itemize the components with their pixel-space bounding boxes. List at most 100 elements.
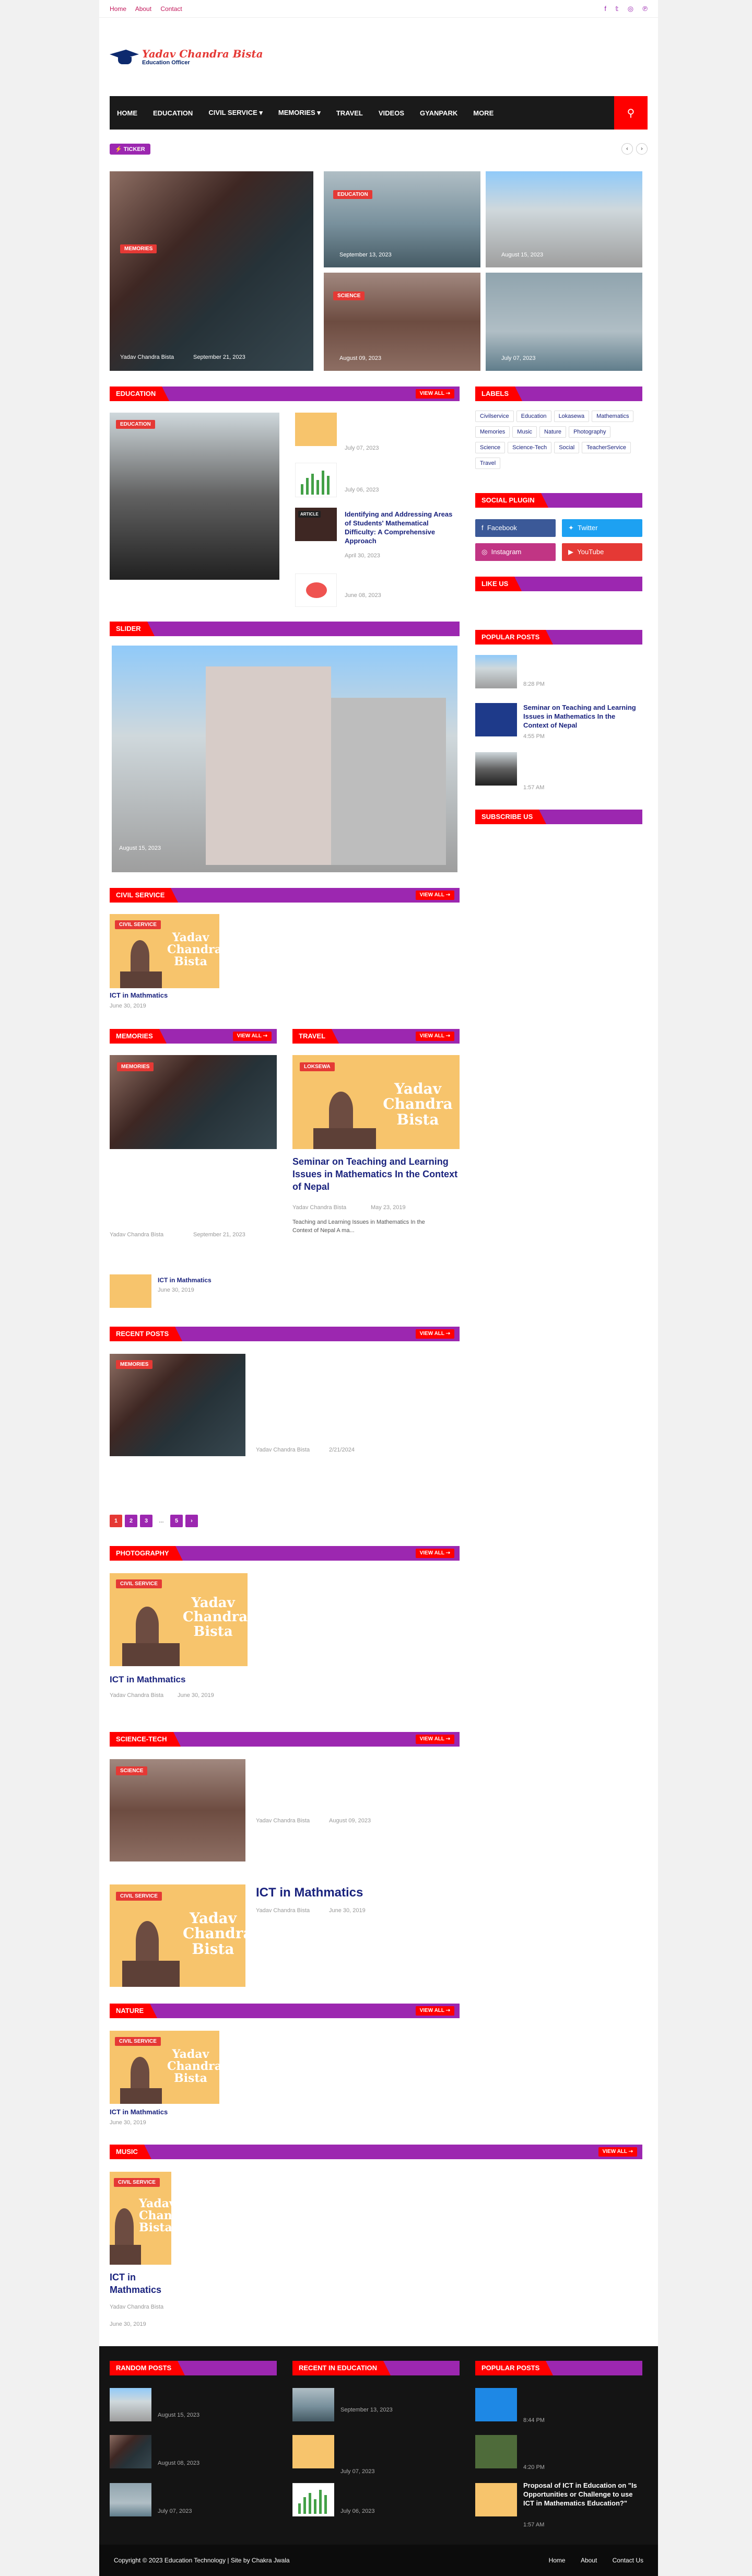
photography-post-image[interactable]: CIVIL SERVICE Yadav Chandra Bista [110, 1573, 248, 1666]
label-tag[interactable]: TeacherService [582, 442, 631, 453]
music-post-image[interactable]: CIVIL SERVICE YadavChandraBista [110, 2172, 171, 2265]
nav-item-home[interactable]: HOME [117, 109, 137, 117]
popular-thumb-2[interactable] [475, 703, 517, 736]
instagram-button[interactable]: ◎ Instagram [475, 543, 556, 561]
hero-main-badge[interactable]: MEMORIES [120, 244, 157, 253]
page-5-button[interactable]: 5 [170, 1515, 183, 1527]
footer-popular-title-3[interactable]: Proposal of ICT in Education on "Is Oppo… [523, 2481, 642, 2508]
facebook-button[interactable]: f Facebook [475, 519, 556, 537]
scitech-post2-badge[interactable]: CIVIL SERVICE [116, 1892, 162, 1901]
travel-small-title[interactable]: ICT in Mathmatics [158, 1277, 212, 1284]
education-view-all-button[interactable]: VIEW ALL ⇢ [415, 389, 454, 399]
popular-title-2[interactable]: Seminar on Teaching and Learning Issues … [523, 703, 642, 730]
music-post-title[interactable]: ICT in Mathmatics [110, 2271, 171, 2296]
footer-random-thumb-3[interactable] [110, 2483, 151, 2516]
label-tag[interactable]: Nature [539, 426, 567, 438]
travel-badge[interactable]: LOKSEWA [300, 1062, 335, 1071]
education-main-badge[interactable]: EDUCATION [116, 420, 155, 429]
label-tag[interactable]: Education [516, 411, 551, 422]
top-link-about[interactable]: About [135, 5, 151, 13]
nature-badge[interactable]: CIVIL SERVICE [115, 2037, 161, 2046]
nav-item-videos[interactable]: VIDEOS [379, 109, 404, 117]
nature-post-title[interactable]: ICT in Mathmatics [110, 2108, 168, 2116]
footer-random-thumb-1[interactable] [110, 2388, 151, 2421]
nav-item-gyanpark[interactable]: GYANPARK [420, 109, 457, 117]
footer-popular-thumb-2[interactable] [475, 2435, 517, 2468]
travel-view-all-button[interactable]: VIEW ALL ⇢ [415, 1032, 454, 1041]
music-view-all-button[interactable]: VIEW ALL ⇢ [598, 2147, 637, 2157]
label-tag[interactable]: Memories [475, 426, 510, 438]
hero-tile-3[interactable]: SCIENCE August 09, 2023 [324, 273, 480, 371]
label-tag[interactable]: Music [512, 426, 537, 438]
nav-item-civil-service[interactable]: CIVIL SERVICE ▾ [208, 109, 263, 117]
nav-item-education[interactable]: EDUCATION [153, 109, 193, 117]
footer-link-contact[interactable]: Contact Us [613, 2557, 643, 2564]
education-list-thumb-1[interactable] [295, 413, 337, 446]
popular-thumb-1[interactable] [475, 655, 517, 688]
hero-tile-4[interactable]: July 07, 2023 [486, 273, 642, 371]
footer-recentedu-thumb-3[interactable] [292, 2483, 334, 2516]
recent-badge[interactable]: MEMORIES [116, 1360, 153, 1369]
civil-post-title[interactable]: ICT in Mathmatics [110, 991, 168, 999]
scitech-post2-title[interactable]: ICT in Mathmatics [256, 1886, 363, 1900]
page-3-button[interactable]: 3 [140, 1515, 152, 1527]
label-tag[interactable]: Science [475, 442, 506, 453]
nature-view-all-button[interactable]: VIEW ALL ⇢ [415, 2006, 454, 2016]
top-link-contact[interactable]: Contact [160, 5, 182, 13]
footer-link-home[interactable]: Home [549, 2557, 566, 2564]
search-icon[interactable]: ⚲ [614, 96, 648, 130]
label-tag[interactable]: Travel [475, 458, 501, 469]
scitech-post1-image[interactable]: SCIENCE [110, 1759, 245, 1861]
nav-item-memories[interactable]: MEMORIES ▾ [278, 109, 321, 117]
label-tag[interactable]: Lokasewa [554, 411, 590, 422]
education-list-thumb-2[interactable] [295, 463, 337, 497]
scitech-post1-badge[interactable]: SCIENCE [116, 1766, 148, 1775]
photography-view-all-button[interactable]: VIEW ALL ⇢ [415, 1549, 454, 1558]
scitech-view-all-button[interactable]: VIEW ALL ⇢ [415, 1735, 454, 1744]
memories-badge[interactable]: MEMORIES [117, 1062, 154, 1071]
travel-post-image[interactable]: LOKSEWA Yadav Chandra Bista [292, 1055, 460, 1149]
youtube-button[interactable]: ▶ YouTube [562, 543, 642, 561]
footer-recentedu-thumb-1[interactable] [292, 2388, 334, 2421]
scitech-post2-image[interactable]: CIVIL SERVICE YadavChandraBista [110, 1884, 245, 1987]
recent-post-image[interactable]: MEMORIES [110, 1354, 245, 1456]
facebook-icon[interactable]: f [604, 5, 606, 13]
label-tag[interactable]: Social [554, 442, 580, 453]
music-badge[interactable]: CIVIL SERVICE [114, 2178, 160, 2187]
label-tag[interactable]: Photography [569, 426, 611, 438]
memories-post-image[interactable]: MEMORIES [110, 1055, 277, 1149]
footer-recentedu-thumb-2[interactable] [292, 2435, 334, 2468]
pinterest-icon[interactable]: ℗ [642, 5, 648, 13]
education-list-title-3[interactable]: Identifying and Addressing Areas of Stud… [345, 510, 454, 545]
memories-view-all-button[interactable]: VIEW ALL ⇢ [232, 1032, 272, 1041]
footer-popular-thumb-1[interactable] [475, 2388, 517, 2421]
nav-item-travel[interactable]: TRAVEL [336, 109, 363, 117]
photography-badge[interactable]: CIVIL SERVICE [116, 1579, 162, 1588]
nav-item-more[interactable]: MORE [473, 109, 494, 117]
label-tag[interactable]: Science-Tech [508, 442, 552, 453]
next-page-button[interactable]: › [185, 1515, 198, 1527]
popular-thumb-3[interactable] [475, 752, 517, 786]
twitter-icon[interactable]: 𝕥 [615, 5, 618, 13]
photography-post-title[interactable]: ICT in Mathmatics [110, 1675, 185, 1685]
twitter-button[interactable]: ✦ Twitter [562, 519, 642, 537]
chevron-right-icon[interactable]: › [636, 143, 648, 155]
page-2-button[interactable]: 2 [125, 1515, 137, 1527]
civil-view-all-button[interactable]: VIEW ALL ⇢ [415, 891, 454, 900]
recent-view-all-button[interactable]: VIEW ALL ⇢ [415, 1329, 454, 1339]
slider-post[interactable]: August 15, 2023 [112, 646, 457, 872]
travel-post-title[interactable]: Seminar on Teaching and Learning Issues … [292, 1155, 460, 1193]
education-main-post[interactable]: EDUCATION [110, 413, 279, 580]
hero-tile-1[interactable]: EDUCATION September 13, 2023 [324, 171, 480, 267]
hero-tile-2[interactable]: August 15, 2023 [486, 171, 642, 267]
hero-tile-3-badge[interactable]: SCIENCE [333, 291, 365, 300]
label-tag[interactable]: Civilservice [475, 411, 514, 422]
footer-link-about[interactable]: About [581, 2557, 597, 2564]
footer-random-thumb-2[interactable] [110, 2435, 151, 2468]
instagram-icon[interactable]: ◎ [628, 5, 633, 13]
hero-tile-1-badge[interactable]: EDUCATION [333, 190, 372, 199]
education-list-thumb-4[interactable] [295, 573, 337, 607]
education-list-thumb-3[interactable]: ARTICLE [295, 508, 337, 541]
site-logo[interactable]: Yadav Chandra Bista Education Officer [110, 46, 263, 67]
nature-post-image[interactable]: CIVIL SERVICE Yadav Chandra Bista [110, 2031, 219, 2104]
